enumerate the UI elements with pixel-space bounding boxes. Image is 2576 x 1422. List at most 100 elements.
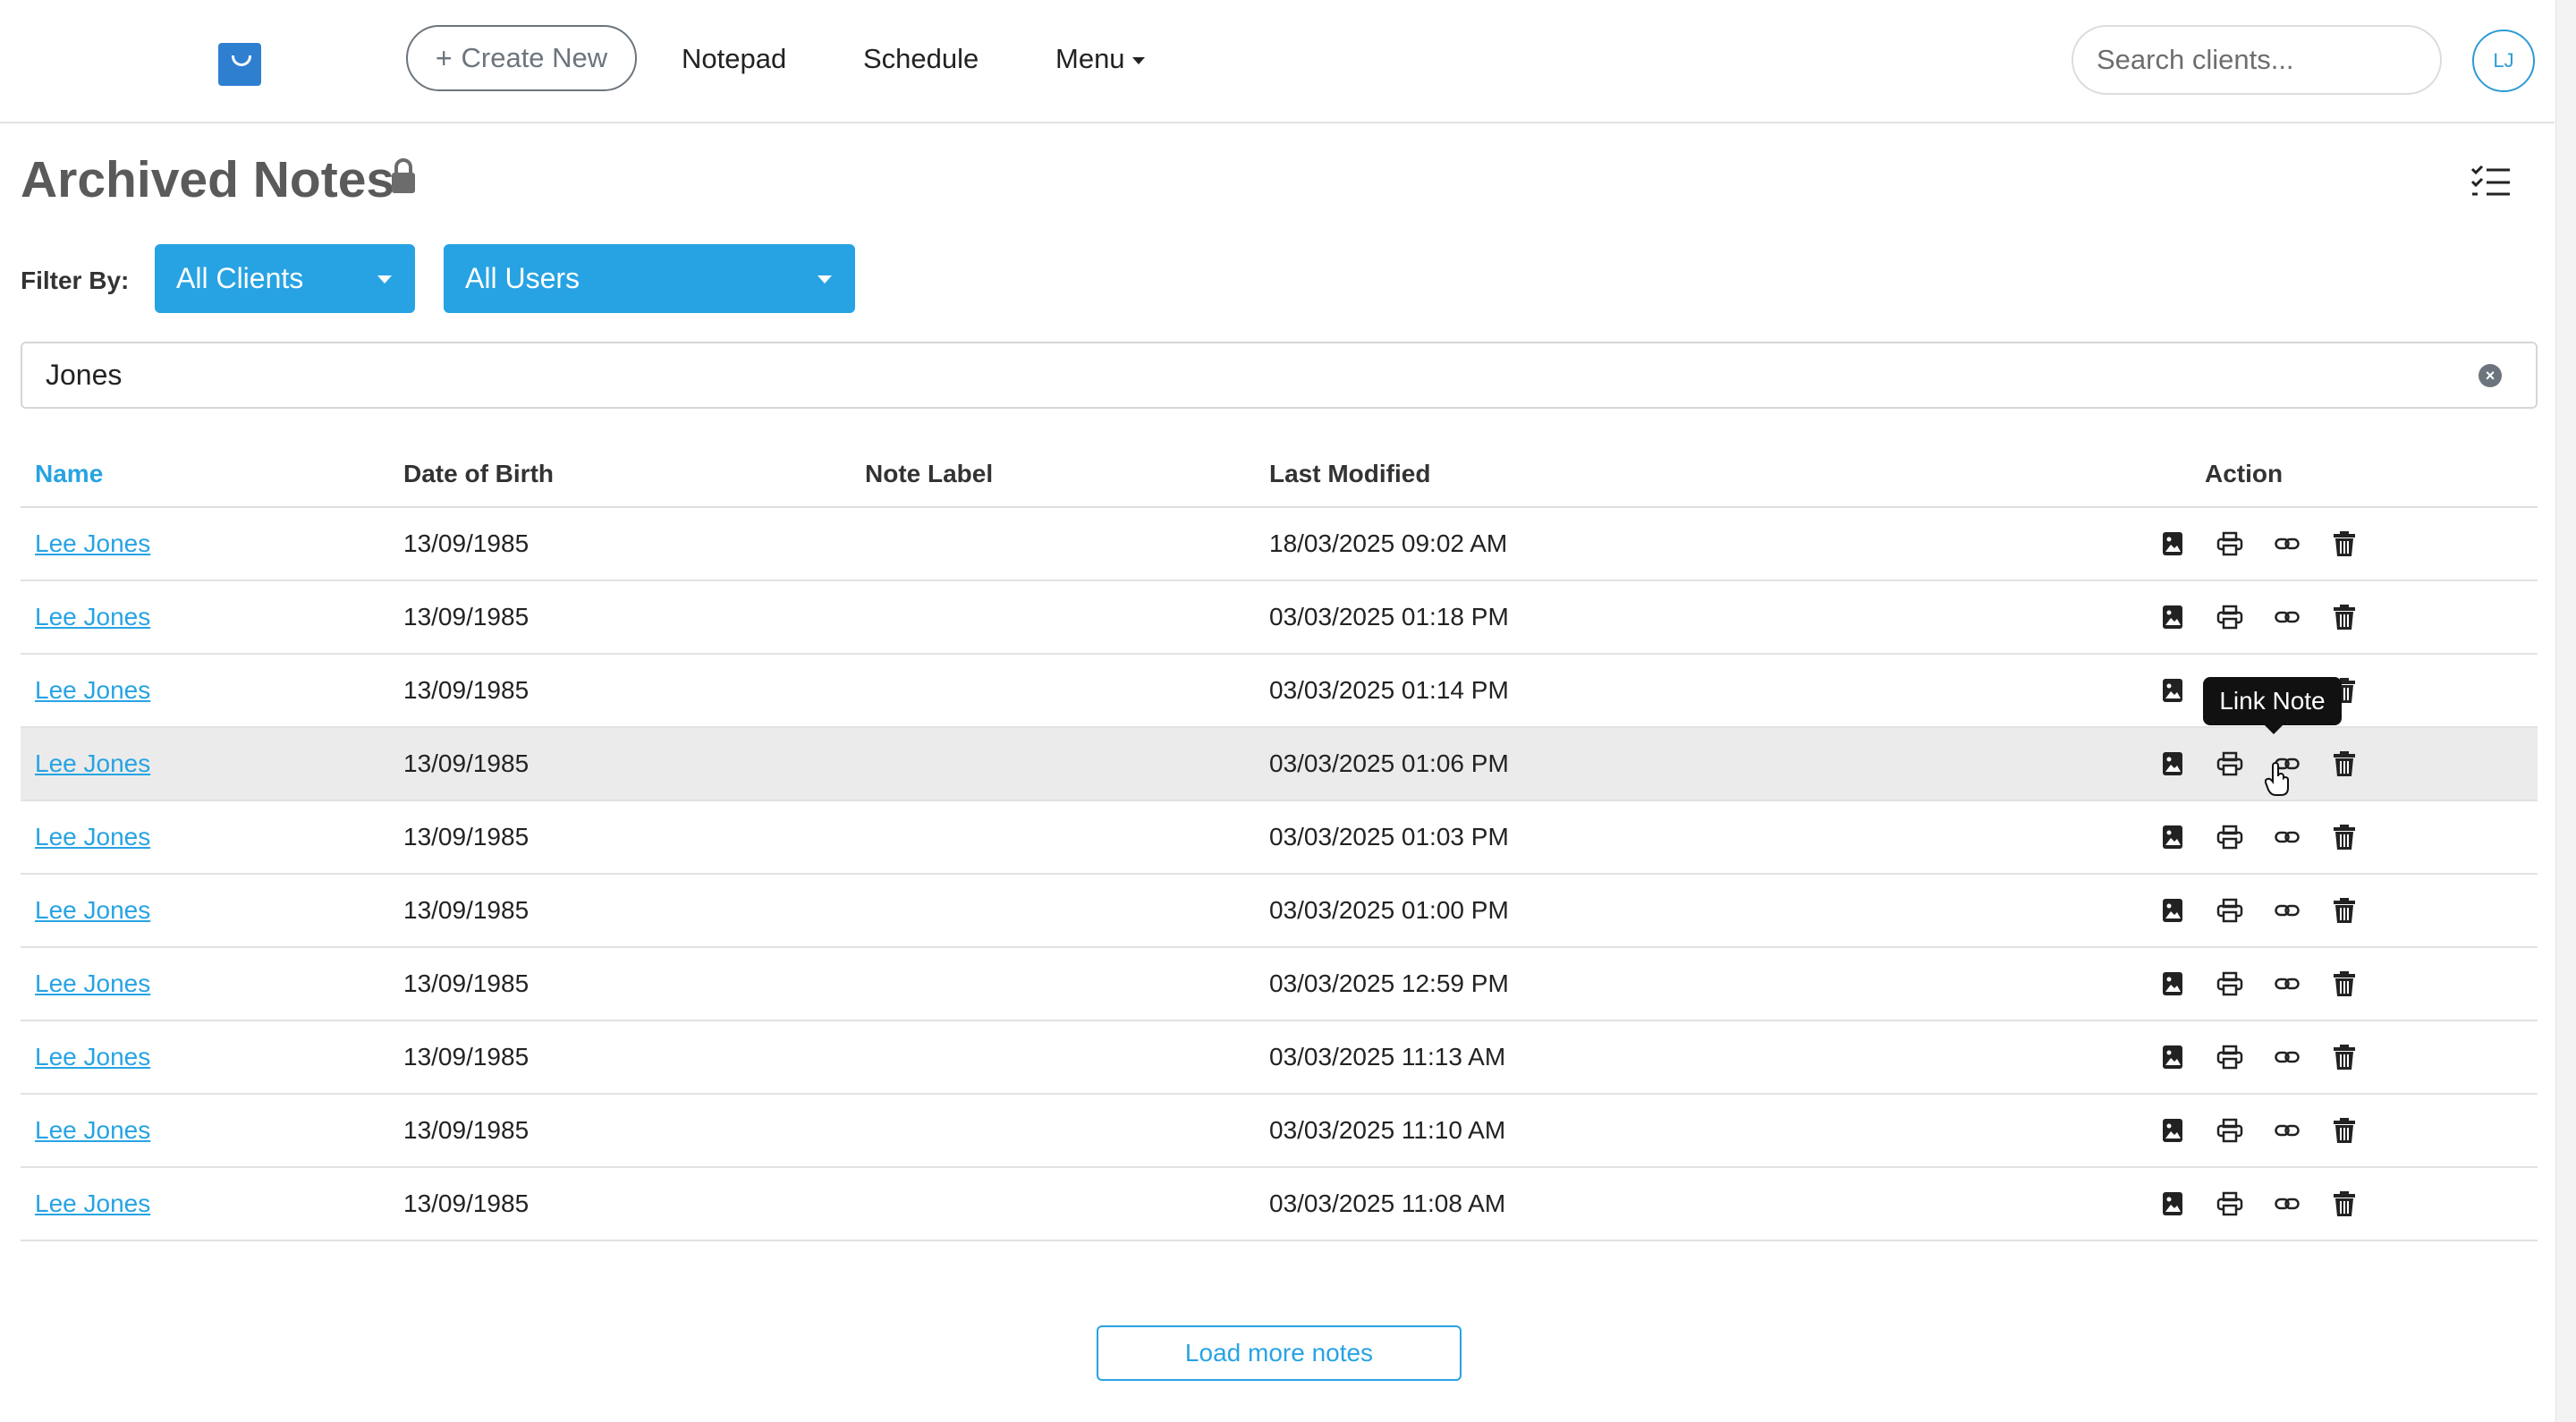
table-row: Lee Jones 13/09/1985 03/03/2025 01:18 PM (21, 581, 2538, 655)
users-filter-label: All Users (465, 262, 580, 294)
date-of-birth-cell: 13/09/1985 (403, 969, 530, 997)
column-header-name[interactable]: Name (35, 460, 103, 488)
caret-down-icon (1131, 56, 1145, 64)
link-icon[interactable] (2258, 599, 2316, 635)
caret-down-icon (377, 275, 392, 284)
client-name-link[interactable]: Lee Jones (35, 603, 150, 631)
image-icon[interactable] (2144, 819, 2201, 855)
row-actions (2144, 819, 2373, 855)
print-icon[interactable] (2201, 1186, 2258, 1222)
nav-schedule-link[interactable]: Schedule (863, 43, 979, 75)
client-name-link[interactable]: Lee Jones (35, 676, 150, 705)
print-icon[interactable] (2201, 1113, 2258, 1148)
image-icon[interactable] (2144, 1186, 2201, 1222)
trash-icon[interactable] (2316, 1113, 2373, 1148)
last-modified-cell: 03/03/2025 01:06 PM (1269, 749, 1509, 777)
image-icon[interactable] (2144, 526, 2201, 562)
client-name-link[interactable]: Lee Jones (35, 749, 150, 778)
app-logo-icon[interactable] (218, 43, 261, 86)
print-icon[interactable] (2201, 819, 2258, 855)
date-of-birth-cell: 13/09/1985 (403, 896, 530, 924)
notes-search-input[interactable] (21, 342, 2538, 409)
row-actions (2144, 1039, 2373, 1075)
link-icon[interactable] (2258, 526, 2316, 562)
load-more-button[interactable]: Load more notes (1097, 1325, 1462, 1381)
link-icon[interactable] (2258, 1186, 2316, 1222)
date-of-birth-cell: 13/09/1985 (403, 1189, 530, 1217)
task-list-icon[interactable] (2470, 165, 2512, 199)
last-modified-cell: 03/03/2025 11:08 AM (1269, 1189, 1506, 1217)
table-row: Lee Jones 13/09/1985 03/03/2025 12:59 PM (21, 948, 2538, 1021)
image-icon[interactable] (2144, 893, 2201, 928)
client-name-link[interactable]: Lee Jones (35, 529, 150, 558)
nav-menu-dropdown[interactable]: Menu (1055, 43, 1145, 75)
link-icon[interactable] (2258, 1039, 2316, 1075)
client-name-link[interactable]: Lee Jones (35, 969, 150, 998)
table-row: Lee Jones 13/09/1985 03/03/2025 11:13 AM (21, 1021, 2538, 1095)
page-title: Archived Notes (21, 151, 395, 208)
client-name-link[interactable]: Lee Jones (35, 1116, 150, 1145)
last-modified-cell: 03/03/2025 11:13 AM (1269, 1043, 1506, 1071)
row-actions (2144, 1186, 2373, 1222)
search-clients-input[interactable] (2072, 25, 2442, 95)
create-new-button[interactable]: + Create New (406, 25, 637, 91)
filter-by-label: Filter By: (21, 267, 130, 294)
print-icon[interactable] (2201, 746, 2258, 782)
row-actions (2144, 966, 2373, 1002)
image-icon[interactable] (2144, 673, 2201, 708)
date-of-birth-cell: 13/09/1985 (403, 529, 530, 557)
lock-icon (392, 158, 415, 193)
image-icon[interactable] (2144, 1039, 2201, 1075)
caret-down-icon (818, 275, 832, 284)
plus-icon: + (435, 41, 453, 74)
image-icon[interactable] (2144, 599, 2201, 635)
top-navbar: + Create New Notepad Schedule Menu LJ (0, 0, 2555, 123)
users-filter-dropdown[interactable]: All Users (444, 244, 855, 313)
clear-search-icon[interactable]: × (2479, 364, 2502, 387)
print-icon[interactable] (2201, 599, 2258, 635)
scrollbar[interactable] (2555, 0, 2576, 1422)
print-icon[interactable] (2201, 966, 2258, 1002)
client-name-link[interactable]: Lee Jones (35, 1189, 150, 1218)
trash-icon[interactable] (2316, 966, 2373, 1002)
trash-icon[interactable] (2316, 746, 2373, 782)
image-icon[interactable] (2144, 1113, 2201, 1148)
create-new-label: Create New (461, 42, 608, 73)
hand-cursor-icon (2265, 762, 2289, 796)
client-name-link[interactable]: Lee Jones (35, 896, 150, 925)
client-name-link[interactable]: Lee Jones (35, 1043, 150, 1071)
nav-notepad-link[interactable]: Notepad (682, 43, 786, 75)
date-of-birth-cell: 13/09/1985 (403, 1116, 530, 1144)
date-of-birth-cell: 13/09/1985 (403, 676, 530, 704)
print-icon[interactable] (2201, 1039, 2258, 1075)
tooltip: Link Note (2203, 677, 2342, 734)
trash-icon[interactable] (2316, 1039, 2373, 1075)
image-icon[interactable] (2144, 746, 2201, 782)
last-modified-cell: 03/03/2025 01:18 PM (1269, 603, 1509, 631)
trash-icon[interactable] (2316, 599, 2373, 635)
trash-icon[interactable] (2316, 1186, 2373, 1222)
print-icon[interactable] (2201, 893, 2258, 928)
notes-table: Name Date of Birth Note Label Last Modif… (21, 447, 2538, 1241)
print-icon[interactable] (2201, 526, 2258, 562)
image-icon[interactable] (2144, 966, 2201, 1002)
last-modified-cell: 03/03/2025 01:14 PM (1269, 676, 1509, 704)
last-modified-cell: 03/03/2025 01:00 PM (1269, 896, 1509, 924)
link-icon[interactable] (2258, 966, 2316, 1002)
link-icon[interactable] (2258, 893, 2316, 928)
column-header-last-modified: Last Modified (1269, 460, 1431, 487)
last-modified-cell: 18/03/2025 09:02 AM (1269, 529, 1508, 557)
date-of-birth-cell: 13/09/1985 (403, 1043, 530, 1071)
table-header: Name Date of Birth Note Label Last Modif… (21, 447, 2538, 508)
trash-icon[interactable] (2316, 893, 2373, 928)
table-row: Lee Jones 13/09/1985 18/03/2025 09:02 AM (21, 508, 2538, 581)
trash-icon[interactable] (2316, 526, 2373, 562)
client-name-link[interactable]: Lee Jones (35, 823, 150, 851)
last-modified-cell: 03/03/2025 12:59 PM (1269, 969, 1509, 997)
clients-filter-dropdown[interactable]: All Clients (155, 244, 415, 313)
row-actions (2144, 526, 2373, 562)
trash-icon[interactable] (2316, 819, 2373, 855)
link-icon[interactable] (2258, 1113, 2316, 1148)
link-icon[interactable] (2258, 819, 2316, 855)
user-avatar[interactable]: LJ (2472, 30, 2535, 92)
